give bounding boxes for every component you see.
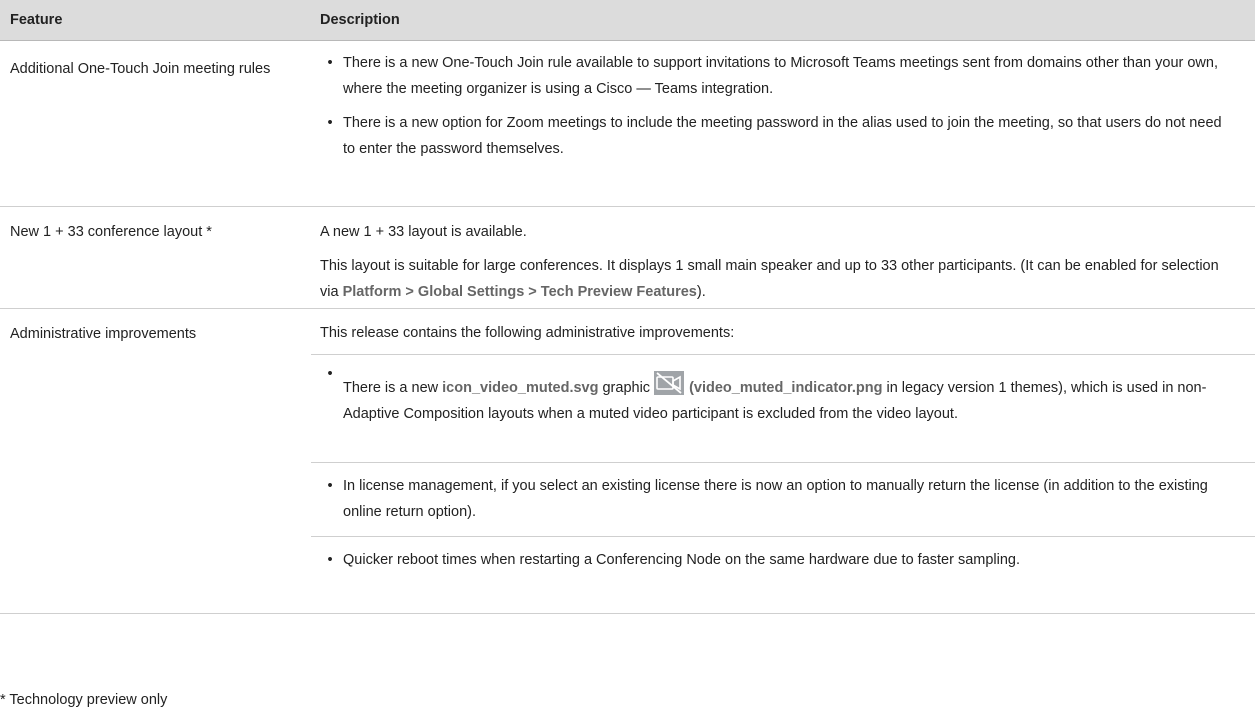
list-item-text: There is a new One-Touch Join rule avail… (343, 55, 1218, 97)
bullet-dot: • (327, 55, 333, 71)
list-item: • Quicker reboot times when restarting a… (311, 537, 1255, 613)
description-column-header: Description (311, 0, 1255, 41)
release-notes-page: Feature Description Additional One-Touch… (0, 0, 1255, 722)
table-header-row: Feature Description (0, 0, 1255, 41)
settings-path: Platform > Global Settings > Tech Previe… (342, 284, 697, 300)
list-item: • There is a new icon_video_muted.svg gr… (311, 355, 1255, 463)
description-cell: • There is a new One-Touch Join rule ava… (311, 40, 1255, 207)
footnote: * Technology preview only (0, 692, 168, 708)
list-item-text: There is a new option for Zoom meetings … (343, 115, 1222, 157)
video-muted-icon (654, 371, 685, 395)
list-item: • In license management, if you select a… (311, 463, 1255, 537)
description-cell: A new 1 + 33 layout is available. This l… (311, 206, 1255, 309)
feature-column-header: Feature (0, 0, 311, 41)
table-row: New 1 + 33 conference layout * A new 1 +… (0, 206, 1255, 309)
svg-filename: icon_video_muted.svg (442, 380, 599, 396)
features-table: Feature Description Additional One-Touch… (0, 0, 1255, 614)
table-row: Additional One-Touch Join meeting rules … (0, 40, 1255, 207)
sub-row: This release contains the following admi… (311, 309, 1255, 355)
feature-cell: New 1 + 33 conference layout * (0, 206, 311, 309)
bullet-dot: • (327, 478, 333, 494)
feature-cell: Additional One-Touch Join meeting rules (0, 40, 311, 207)
paragraph: This layout is suitable for large confer… (320, 258, 1219, 300)
png-filename: video_muted_indicator.png (693, 380, 883, 396)
feature-cell: Administrative improvements (0, 308, 311, 614)
bullet-dot: • (327, 552, 333, 568)
paragraph: A new 1 + 33 layout is available. (320, 224, 527, 240)
paragraph: This release contains the following admi… (320, 325, 735, 341)
table-row: Administrative improvements This release… (0, 308, 1255, 614)
list-item: • There is a new One-Touch Join rule ava… (311, 41, 1255, 102)
bullet-dot: • (327, 366, 333, 382)
bullet-dot: • (327, 115, 333, 131)
list-item: • There is a new option for Zoom meeting… (311, 102, 1255, 162)
description-cell: This release contains the following admi… (311, 308, 1255, 614)
